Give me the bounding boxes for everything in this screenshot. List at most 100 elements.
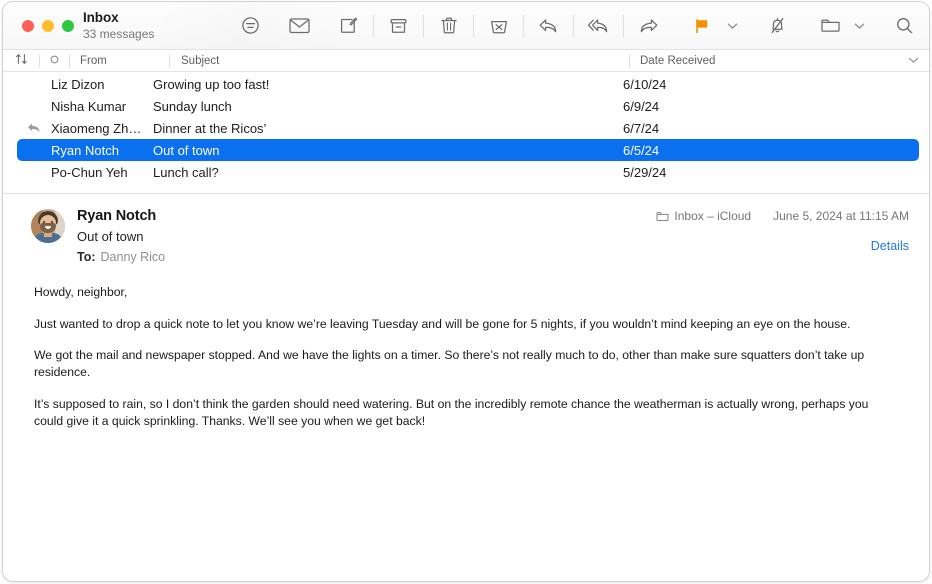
reply-button[interactable] [524, 6, 573, 46]
list-column-header: From Subject Date Received [3, 50, 929, 72]
traffic-lights [3, 19, 74, 32]
reply-icon [538, 17, 559, 34]
table-row[interactable]: Xiaomeng Zh… Dinner at the Ricos’ 6/7/24 [17, 117, 919, 139]
archive-icon [389, 17, 408, 35]
folder-icon [820, 17, 841, 34]
forward-button[interactable] [624, 6, 673, 46]
search-button[interactable] [880, 6, 929, 46]
compose-icon [339, 16, 358, 35]
move-to-options-button[interactable] [848, 6, 870, 46]
toolbar-gap [870, 25, 880, 26]
move-to-button[interactable] [812, 6, 848, 46]
flag-icon [693, 17, 711, 35]
reply-all-button[interactable] [574, 6, 623, 46]
details-link[interactable]: Details [871, 239, 909, 253]
message-to-label: To: [77, 249, 96, 264]
row-date: 6/5/24 [623, 142, 660, 158]
sort-icon [15, 53, 28, 68]
message-date: June 5, 2024 at 11:15 AM [773, 209, 909, 223]
minimize-button[interactable] [42, 19, 54, 32]
reply-all-icon [587, 17, 610, 34]
trash-icon [440, 16, 458, 35]
row-from: Liz Dizon [51, 76, 105, 92]
chevron-down-icon [727, 17, 738, 35]
row-subject: Lunch call? [153, 164, 219, 180]
body-paragraph: Just wanted to drop a quick note to let … [34, 316, 851, 331]
mail-icon [289, 17, 310, 34]
body-paragraph: It’s supposed to rain, so I don’t think … [34, 396, 869, 428]
column-header-date[interactable]: Date Received [629, 53, 929, 68]
body-paragraph: We got the mail and newspaper stopped. A… [34, 347, 865, 380]
table-row[interactable] [17, 183, 919, 193]
mailbox-title: Inbox 33 messages [74, 10, 226, 41]
flag-options-button[interactable] [721, 6, 743, 46]
message-header: Ryan Notch Out of town To: Danny Rico Inb… [3, 194, 929, 277]
row-from: Xiaomeng Zh… [51, 120, 142, 136]
column-header-subject[interactable]: Subject [169, 53, 629, 68]
table-row-selected[interactable]: Ryan Notch Out of town 6/5/24 [17, 139, 919, 161]
flag-button[interactable] [683, 6, 721, 46]
toolbar-buttons [226, 2, 929, 49]
toolbar-gap [743, 25, 753, 26]
message-recipient: To: Danny Rico [77, 249, 647, 266]
mail-window: Inbox 33 messages From Subject Date Rece… [2, 1, 930, 582]
toolbar-gap [802, 25, 812, 26]
toolbar-gap [673, 25, 683, 26]
row-from: Nisha Kumar [51, 98, 127, 114]
row-date: 5/29/24 [623, 164, 667, 180]
row-subject: Dinner at the Ricos’ [153, 120, 267, 136]
chevron-down-icon [854, 17, 865, 35]
archive-button[interactable] [374, 6, 423, 46]
row-from: Ryan Notch [51, 142, 119, 158]
zoom-button[interactable] [62, 19, 74, 32]
avatar [31, 209, 65, 243]
avatar-eye-right [51, 221, 53, 223]
message-to-value[interactable]: Danny Rico [101, 250, 166, 264]
close-button[interactable] [22, 19, 34, 32]
folder-icon [656, 211, 669, 222]
junk-icon [489, 17, 509, 35]
get-mail-button[interactable] [275, 6, 324, 46]
chevron-down-icon[interactable] [908, 55, 919, 67]
unread-circle-icon [50, 55, 59, 67]
row-subject: Out of town [153, 142, 220, 158]
column-header-unread[interactable] [39, 53, 69, 68]
message-subject: Out of town [77, 229, 144, 245]
table-row[interactable]: Nisha Kumar Sunday lunch 6/9/24 [17, 95, 919, 117]
row-from: Po-Chun Yeh [51, 164, 128, 180]
table-row[interactable]: Liz Dizon Growing up too fast! 6/10/24 [17, 73, 919, 95]
compose-button[interactable] [324, 6, 373, 46]
row-date: 6/10/24 [623, 76, 667, 92]
search-icon [895, 16, 914, 35]
filter-button[interactable] [226, 6, 275, 46]
toolbar: Inbox 33 messages [3, 2, 929, 50]
junk-button[interactable] [474, 6, 523, 46]
message-sender: Ryan Notch [77, 208, 157, 224]
row-subject: Sunday lunch [153, 98, 232, 114]
mute-bell-icon [768, 16, 787, 35]
avatar-eye-left [43, 221, 45, 223]
row-date: 6/7/24 [623, 120, 660, 136]
body-paragraph: Howdy, neighbor, [34, 285, 128, 300]
column-header-date-label: Date Received [640, 54, 716, 67]
row-subject: Growing up too fast! [153, 76, 270, 92]
message-mailbox-label: Inbox – iCloud [674, 209, 752, 223]
mute-button[interactable] [753, 6, 802, 46]
forward-icon [638, 17, 659, 34]
message-meta-line: Inbox – iCloud June 5, 2024 at 11:15 AM [647, 209, 909, 223]
sort-order-button[interactable] [3, 53, 39, 68]
message-list[interactable]: Liz Dizon Growing up too fast! 6/10/24 N… [3, 72, 929, 194]
table-row[interactable]: Po-Chun Yeh Lunch call? 5/29/24 [17, 161, 919, 183]
column-header-from[interactable]: From [69, 53, 169, 68]
delete-button[interactable] [424, 6, 473, 46]
filter-icon [241, 16, 260, 35]
mailbox-name: Inbox [83, 9, 119, 25]
row-status-icon [17, 121, 51, 136]
message-mailbox: Inbox – iCloud [656, 209, 751, 223]
message-count: 33 messages [83, 26, 155, 41]
message-header-meta: Inbox – iCloud June 5, 2024 at 11:15 AM … [647, 207, 909, 255]
replied-arrow-icon [27, 121, 41, 136]
row-date: 6/9/24 [623, 98, 660, 114]
message-header-text: Ryan Notch Out of town To: Danny Rico [65, 207, 647, 265]
message-body: Howdy, neighbor, Just wanted to drop a q… [3, 277, 929, 430]
